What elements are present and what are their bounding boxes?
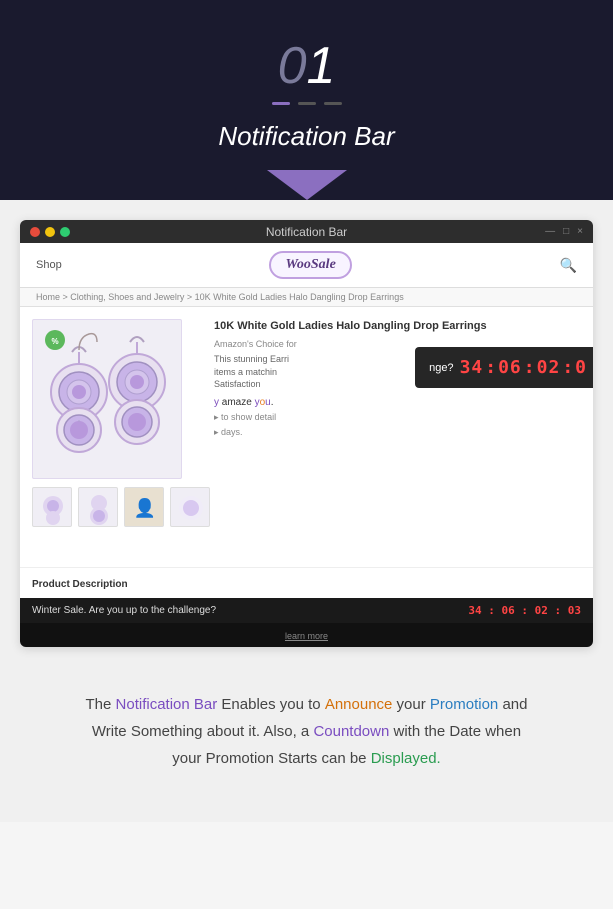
dot-2[interactable] [298, 102, 316, 105]
amaze-text: y amaze you. [214, 397, 581, 408]
slide-one: 1 [307, 37, 336, 95]
countdown-sep-2: : [524, 357, 535, 378]
earring-illustration: % [37, 322, 177, 477]
browser-dot-green[interactable] [60, 227, 70, 237]
browser-titlebar: Notification Bar — □ × [20, 220, 593, 243]
thumbnail-row: 👤 [32, 487, 202, 527]
main-product-image: % [32, 319, 182, 479]
maximize-icon[interactable]: □ [563, 226, 569, 237]
dot-1[interactable] [272, 102, 290, 105]
show-detail-label: to show detail [221, 412, 276, 422]
challenge-text: nge? [429, 362, 453, 374]
close-icon[interactable]: × [577, 226, 583, 237]
amaze-you: you [255, 397, 271, 408]
product-desc-section: Product Description [20, 567, 593, 598]
countdown-ms: 0 [575, 357, 587, 378]
browser-dots [30, 227, 70, 237]
notification-countdown: 34 : 06 : 02 : 03 [468, 604, 581, 617]
product-desc-label: Product Description [32, 579, 128, 590]
desc-starts: your Promotion Starts can be [172, 750, 370, 767]
learn-more-link[interactable]: learn more [285, 631, 328, 641]
desc-line-1: The Notification Bar Enables you to Anno… [30, 691, 583, 718]
store-logo-woo: Woo [285, 257, 310, 272]
notification-text: Winter Sale. Are you up to the challenge… [32, 605, 216, 616]
countdown-sep-1: : [485, 357, 496, 378]
desc-with: with the Date when [389, 723, 521, 740]
thumbnail-1[interactable] [32, 487, 72, 527]
store-header: Shop WooSale 🔍 [20, 243, 593, 288]
minimize-icon[interactable]: — [545, 226, 555, 237]
days-label: days. [221, 427, 243, 437]
svg-text:👤: 👤 [134, 497, 156, 518]
desc-line-2: Write Something about it. Also, a Countd… [30, 718, 583, 745]
desc-and: and [498, 696, 527, 713]
svg-text:%: % [51, 337, 58, 346]
thumbnail-3[interactable]: 👤 [124, 487, 164, 527]
desc-countdown: Countdown [313, 723, 389, 740]
chevron-container [20, 172, 593, 200]
description-section: The Notification Bar Enables you to Anno… [20, 671, 593, 792]
store-logo-sale: Sale [311, 257, 336, 272]
desc-pre-1: The [86, 696, 116, 713]
browser-dot-red[interactable] [30, 227, 40, 237]
breadcrumb: Home > Clothing, Shoes and Jewelry > 10K… [20, 288, 593, 307]
thumbnail-4[interactable] [170, 487, 210, 527]
arrow-right-icon: ▸ [214, 412, 219, 422]
notification-bar: Winter Sale. Are you up to the challenge… [20, 598, 593, 623]
browser-controls: — □ × [545, 226, 583, 237]
product-title: 10K White Gold Ladies Halo Dangling Drop… [214, 319, 581, 333]
section-title: Notification Bar [20, 121, 593, 172]
slide-number: 01 [20, 40, 593, 92]
slide-zero: 0 [278, 37, 307, 95]
desc-notification-bar: Notification Bar [116, 696, 218, 713]
browser-dot-yellow[interactable] [45, 227, 55, 237]
store-logo: WooSale [269, 251, 351, 279]
desc-enables: Enables you to [217, 696, 325, 713]
product-area: % 👤 [20, 307, 593, 567]
store-nav-shop[interactable]: Shop [36, 259, 62, 271]
desc-your: your [392, 696, 430, 713]
show-detail-text: ▸ to show detail [214, 412, 581, 423]
desc-announce: Announce [325, 696, 393, 713]
countdown-sep-3: : [562, 357, 573, 378]
dot-3[interactable] [324, 102, 342, 105]
countdown-digits: 34 : 06 : 02 : 0 [460, 357, 587, 378]
days-text: ▸ days. [214, 427, 581, 438]
product-images: % 👤 [32, 319, 202, 555]
search-icon[interactable]: 🔍 [560, 257, 577, 274]
countdown-minutes: 06 [498, 357, 522, 378]
thumbnail-2[interactable] [78, 487, 118, 527]
desc-write: Write Something about it. Also, a [92, 723, 314, 740]
learn-more-bar: learn more [20, 623, 593, 647]
desc-line-3: your Promotion Starts can be Displayed. [30, 745, 583, 772]
browser-title: Notification Bar [266, 225, 347, 239]
desc-promotion-1: Promotion [430, 696, 498, 713]
desc-displayed: Displayed. [371, 750, 441, 767]
countdown-overlay: nge? 34 : 06 : 02 : 0 [415, 347, 593, 388]
main-content: Notification Bar — □ × Shop WooSale 🔍 Ho… [0, 200, 613, 822]
countdown-seconds: 02 [537, 357, 561, 378]
hero-section: 01 Notification Bar [0, 0, 613, 200]
browser-mockup: Notification Bar — □ × Shop WooSale 🔍 Ho… [20, 220, 593, 647]
amaze-y: y [214, 397, 219, 408]
chevron-down-icon [267, 170, 347, 200]
slide-dots [20, 102, 593, 105]
countdown-hours: 34 [460, 357, 484, 378]
